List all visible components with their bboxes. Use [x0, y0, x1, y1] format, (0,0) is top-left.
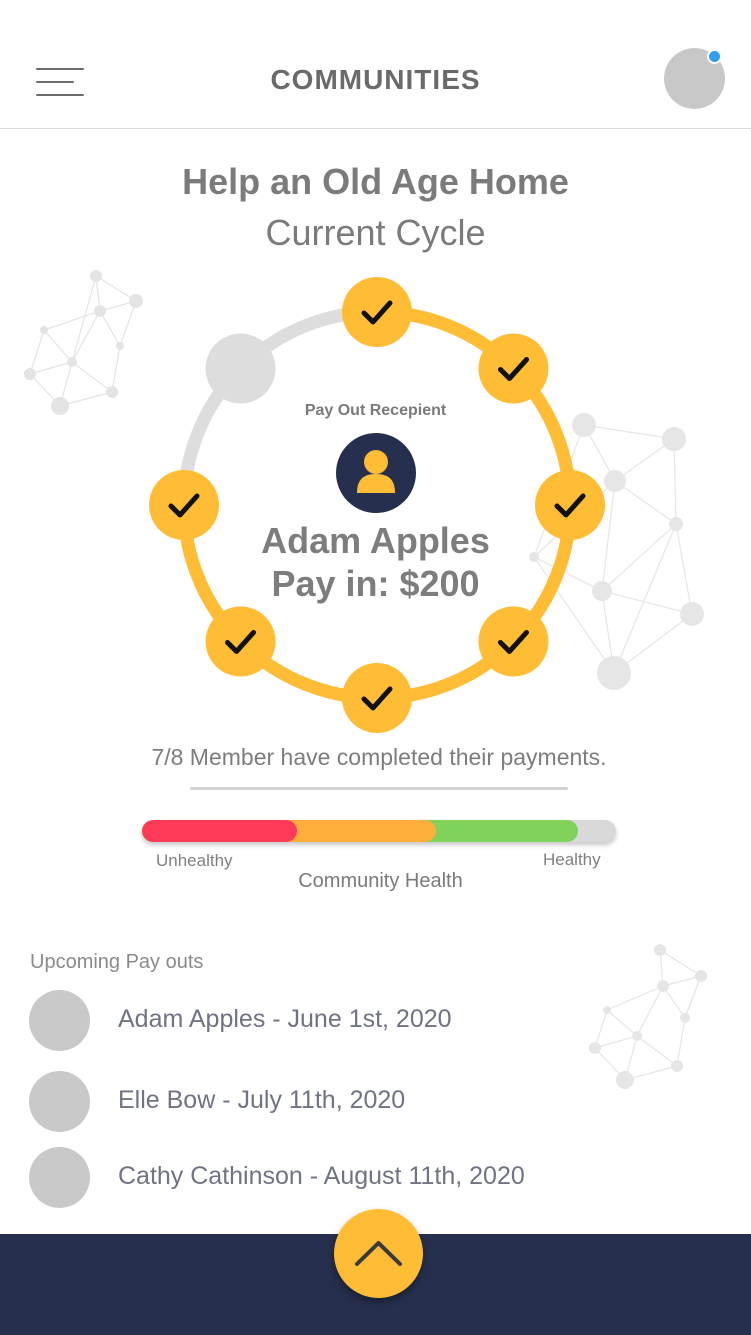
payout-label: Adam Apples - June 1st, 2020	[118, 1005, 452, 1033]
person-icon	[357, 450, 395, 493]
payment-cycle-ring	[149, 277, 605, 733]
pay-in-amount: Pay in: $200	[271, 563, 480, 604]
member-node-completed	[478, 333, 549, 404]
payout-label: Cathy Cathinson - August 11th, 2020	[118, 1162, 525, 1190]
upcoming-payouts-title: Upcoming Pay outs	[30, 951, 204, 973]
health-title: Community Health	[298, 870, 463, 892]
payout-item[interactable]: Adam Apples - June 1st, 2020	[29, 990, 629, 1052]
payout-avatar	[29, 1147, 90, 1208]
health-low-label: Unhealthy	[156, 851, 233, 870]
member-node-completed	[342, 663, 412, 733]
member-node-completed	[478, 606, 549, 677]
member-node-completed	[342, 277, 412, 347]
payout-item[interactable]: Elle Bow - July 11th, 2020	[29, 1071, 629, 1133]
payout-item[interactable]: Cathy Cathinson - August 11th, 2020	[29, 1147, 629, 1209]
member-node-completed	[205, 606, 276, 677]
payout-avatar	[29, 990, 90, 1051]
health-segment-bad	[142, 820, 297, 842]
member-node-pending	[205, 333, 276, 404]
divider	[190, 787, 568, 790]
recipient-avatar	[336, 433, 416, 513]
payout-avatar	[29, 1071, 90, 1132]
expand-button[interactable]	[334, 1209, 423, 1298]
community-health-bar	[142, 820, 616, 842]
payment-status-text: 7/8 Member have completed their payments…	[151, 744, 607, 770]
payout-label: Elle Bow - July 11th, 2020	[118, 1086, 406, 1114]
recipient-name: Adam Apples	[261, 520, 490, 561]
recipient-label: Pay Out Recepient	[304, 402, 447, 419]
health-high-label: Healthy	[543, 850, 601, 869]
chevron-up-icon	[355, 1241, 402, 1266]
